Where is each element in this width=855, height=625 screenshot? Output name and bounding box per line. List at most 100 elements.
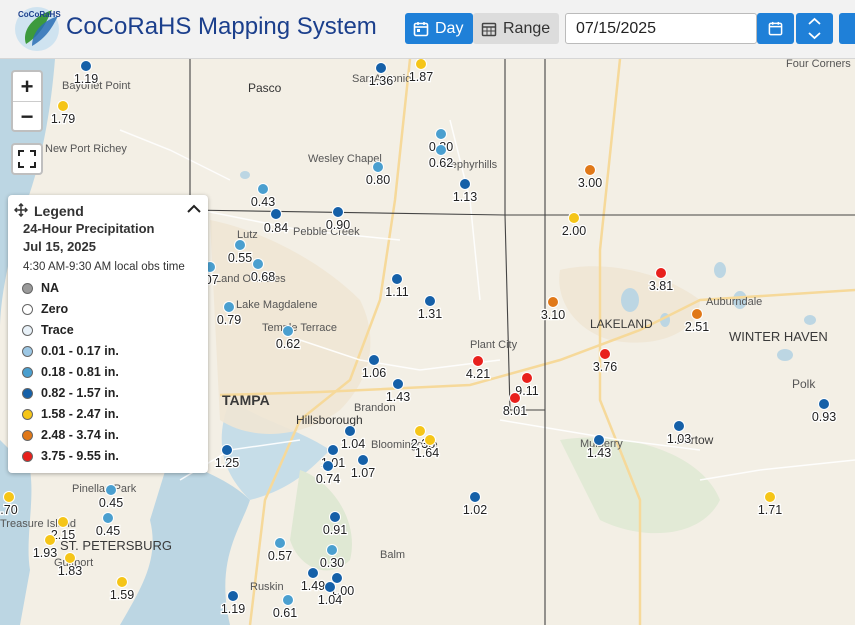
station-dot[interactable]	[414, 425, 426, 437]
station-marker[interactable]: 1.49	[300, 567, 326, 594]
zoom-in-button[interactable]: +	[13, 72, 41, 102]
station-marker[interactable]: 1.79	[50, 100, 76, 127]
station-dot[interactable]	[64, 552, 76, 564]
station-dot[interactable]	[691, 308, 703, 320]
map-canvas[interactable]: Pasco Bayonet Point New Port Richey Wesl…	[0, 59, 855, 625]
place-label: Ruskin	[250, 581, 284, 593]
station-dot[interactable]	[344, 425, 356, 437]
station-marker[interactable]: 1.07	[350, 454, 376, 481]
station-marker[interactable]: 1.43	[385, 378, 411, 405]
station-dot[interactable]	[435, 144, 447, 156]
station-dot[interactable]	[329, 511, 341, 523]
station-dot[interactable]	[57, 516, 69, 528]
station-dot[interactable]	[391, 273, 403, 285]
station-marker[interactable]: 0.61	[272, 594, 298, 621]
chevron-up-icon[interactable]	[187, 204, 201, 214]
station-dot[interactable]	[105, 484, 117, 496]
station-dot[interactable]	[521, 372, 533, 384]
station-marker[interactable]: 1.87	[408, 59, 434, 85]
station-dot[interactable]	[599, 348, 611, 360]
move-icon[interactable]	[14, 203, 28, 217]
station-marker[interactable]: 4.21	[465, 355, 491, 382]
station-dot[interactable]	[584, 164, 596, 176]
station-marker[interactable]: 0.57	[267, 537, 293, 564]
header-extra-button[interactable]	[839, 13, 855, 44]
station-dot[interactable]	[3, 491, 15, 503]
station-dot[interactable]	[509, 392, 521, 404]
station-value: 1.87	[409, 70, 433, 84]
station-marker[interactable]: 0.80	[365, 161, 391, 188]
station-marker[interactable]: 1.31	[417, 295, 443, 322]
station-marker[interactable]: 1.71	[757, 491, 783, 518]
station-dot[interactable]	[368, 354, 380, 366]
station-dot[interactable]	[102, 512, 114, 524]
station-dot[interactable]	[673, 420, 685, 432]
station-dot[interactable]	[547, 296, 559, 308]
date-stepper[interactable]	[796, 13, 833, 44]
station-marker[interactable]: 1.59	[109, 576, 135, 603]
station-dot[interactable]	[357, 454, 369, 466]
station-marker[interactable]: 0.90	[325, 206, 351, 233]
station-dot[interactable]	[307, 567, 319, 579]
station-marker[interactable]: 1.11	[384, 273, 410, 300]
range-button[interactable]: Range	[473, 13, 559, 44]
station-dot[interactable]	[116, 576, 128, 588]
station-marker[interactable]: 0.93	[811, 398, 837, 425]
station-dot[interactable]	[372, 161, 384, 173]
zoom-out-button[interactable]: −	[13, 102, 41, 131]
station-marker[interactable]: 1.13	[452, 178, 478, 205]
station-dot[interactable]	[459, 178, 471, 190]
station-dot[interactable]	[327, 444, 339, 456]
station-dot[interactable]	[472, 355, 484, 367]
station-dot[interactable]	[424, 434, 436, 446]
station-marker[interactable]: 1.04	[340, 425, 366, 452]
station-dot[interactable]	[274, 537, 286, 549]
station-marker[interactable]: 3.76	[592, 348, 618, 375]
station-dot[interactable]	[227, 590, 239, 602]
fullscreen-button[interactable]	[11, 143, 43, 175]
cocorahs-logo[interactable]: CoCoRaHS	[12, 4, 62, 54]
station-dot[interactable]	[221, 444, 233, 456]
station-dot[interactable]	[282, 325, 294, 337]
station-dot[interactable]	[44, 534, 56, 546]
station-dot[interactable]	[322, 460, 334, 472]
station-dot[interactable]	[332, 206, 344, 218]
station-marker[interactable]: 0.43	[250, 183, 276, 210]
station-marker[interactable]: 1.19	[73, 60, 99, 87]
station-dot[interactable]	[57, 100, 69, 112]
station-dot[interactable]	[392, 378, 404, 390]
day-button[interactable]: Day	[405, 13, 473, 44]
station-dot[interactable]	[655, 267, 667, 279]
station-dot[interactable]	[234, 239, 246, 251]
station-dot[interactable]	[568, 212, 580, 224]
station-dot[interactable]	[252, 258, 264, 270]
station-marker[interactable]: 1.36	[368, 62, 394, 89]
legend-header[interactable]: Legend	[8, 199, 208, 221]
station-dot[interactable]	[270, 208, 282, 220]
station-dot[interactable]	[282, 594, 294, 606]
station-dot[interactable]	[257, 183, 269, 195]
station-marker[interactable]: 0.45	[95, 512, 121, 539]
station-dot[interactable]	[326, 544, 338, 556]
station-dot[interactable]	[80, 60, 92, 72]
station-marker[interactable]: 3.81	[648, 267, 674, 294]
station-marker[interactable]: 2.00	[561, 212, 587, 239]
station-dot[interactable]	[424, 295, 436, 307]
station-dot[interactable]	[331, 572, 343, 584]
station-marker[interactable]: 1.02	[462, 491, 488, 518]
station-marker[interactable]: 0.84	[263, 208, 289, 236]
station-dot[interactable]	[818, 398, 830, 410]
station-marker[interactable]: 1.03	[666, 420, 692, 447]
station-dot[interactable]	[435, 128, 447, 140]
station-marker[interactable]: 1.93	[32, 534, 58, 561]
station-dot[interactable]	[593, 434, 605, 446]
date-input[interactable]	[565, 13, 757, 44]
station-dot[interactable]	[324, 581, 336, 593]
station-dot[interactable]	[415, 59, 427, 70]
calendar-picker-button[interactable]	[757, 13, 794, 44]
station-dot[interactable]	[375, 62, 387, 74]
station-dot[interactable]	[764, 491, 776, 503]
station-marker[interactable]: 3.00	[577, 164, 603, 191]
station-dot[interactable]	[223, 301, 235, 313]
station-dot[interactable]	[469, 491, 481, 503]
